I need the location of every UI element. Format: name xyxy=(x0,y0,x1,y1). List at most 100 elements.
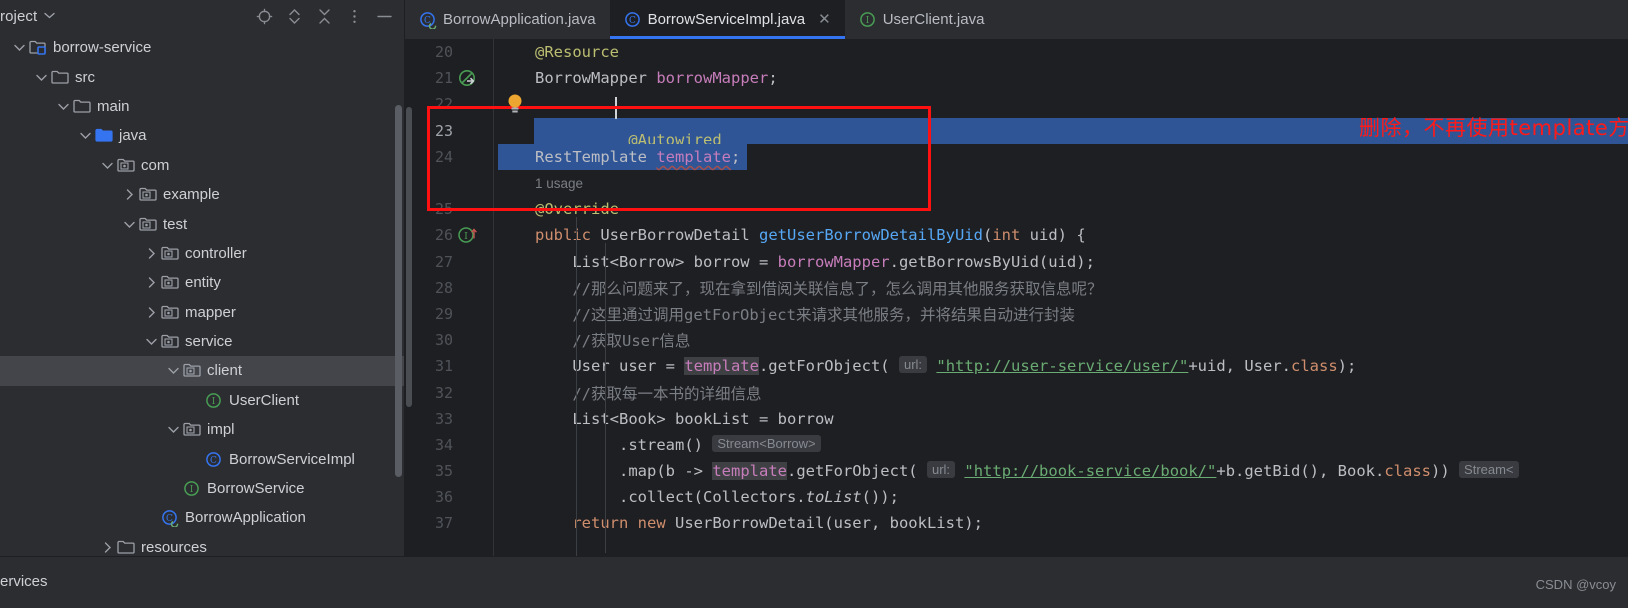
chevron-down-icon[interactable] xyxy=(78,129,92,143)
locate-icon[interactable] xyxy=(249,2,279,32)
implementing-method-icon[interactable]: I xyxy=(453,226,493,244)
class-icon: C xyxy=(205,451,224,468)
tree-item-label: example xyxy=(163,186,220,204)
chevron-down-icon[interactable] xyxy=(166,423,180,437)
collapse-all-icon[interactable] xyxy=(309,2,339,32)
code-token-keyword: class xyxy=(1291,357,1338,376)
code-token-decl: List<Book> bookList = borrow xyxy=(572,409,834,428)
code-line-30: 30 //获取User信息 xyxy=(405,327,1628,353)
code-token-template: template xyxy=(712,462,787,481)
tree-item-main[interactable]: main xyxy=(0,92,405,121)
parameter-hint-url[interactable]: url: xyxy=(898,356,928,374)
chevron-down-icon[interactable] xyxy=(122,217,136,231)
usage-inlay-hint[interactable]: 1 usage xyxy=(535,176,583,191)
chevron-down-icon[interactable] xyxy=(144,335,158,349)
line-content: User user = template.getForObject( url: … xyxy=(493,356,1628,376)
source-folder-icon xyxy=(95,127,114,144)
tree-item-resources[interactable]: resources xyxy=(0,533,405,556)
tree-item-service[interactable]: service xyxy=(0,327,405,356)
editor-tab-borrowserviceimpl-java[interactable]: C BorrowServiceImpl.java ✕ xyxy=(609,0,845,39)
line-content: @Resource xyxy=(493,43,1628,61)
tree-item-label: java xyxy=(119,127,147,145)
interface-icon: I xyxy=(859,11,876,28)
code-token-string: "http://user-service/user/" xyxy=(936,357,1189,376)
chevron-right-icon[interactable] xyxy=(122,188,136,202)
tree-item-borrowapplication[interactable]: C BorrowApplication xyxy=(0,503,405,532)
code-token-call: .collect(Collectors. xyxy=(619,488,806,507)
project-panel-toolbar xyxy=(249,0,399,33)
tree-item-borrowservice[interactable]: I BorrowService xyxy=(0,474,405,503)
tree-item-label: controller xyxy=(185,244,247,262)
chevron-down-icon[interactable] xyxy=(34,70,48,84)
code-line-usage-hint: 1 usage xyxy=(405,170,1628,196)
tree-item-mapper[interactable]: mapper xyxy=(0,298,405,327)
services-tool-button[interactable]: ervices xyxy=(0,573,48,590)
bottom-status-bar: ervices CSDN @vcoy xyxy=(0,556,1628,608)
line-number: 31 xyxy=(434,357,453,376)
tree-item-userclient[interactable]: I UserClient xyxy=(0,386,405,415)
code-token-semicolon: ; xyxy=(730,147,741,166)
chevron-down-icon[interactable] xyxy=(166,364,180,378)
code-token-keyword: new xyxy=(637,514,666,533)
line-number: 33 xyxy=(434,409,453,428)
chevron-right-icon[interactable] xyxy=(144,276,158,290)
code-token-field: borrowMapper xyxy=(777,252,890,271)
code-token-decl: User user = xyxy=(572,357,685,376)
editor-tab-label: BorrowApplication.java xyxy=(443,11,596,28)
project-panel-scrollbar[interactable] xyxy=(395,105,402,477)
code-token-tail: )) xyxy=(1431,462,1450,481)
module-folder-icon xyxy=(29,39,48,56)
chevron-down-icon[interactable] xyxy=(44,11,55,22)
minimize-icon[interactable] xyxy=(369,2,399,32)
line-number: 20 xyxy=(434,43,453,62)
chevron-down-icon[interactable] xyxy=(56,99,70,113)
svg-text:I: I xyxy=(212,397,216,407)
editor-tab-borrowapplication-java[interactable]: C BorrowApplication.java xyxy=(405,0,610,39)
close-icon[interactable]: ✕ xyxy=(818,12,831,27)
project-panel-header: roject xyxy=(0,0,405,33)
chevron-right-icon[interactable] xyxy=(144,246,158,260)
tree-item-label: src xyxy=(75,68,95,86)
package-icon xyxy=(139,186,158,203)
tree-item-java[interactable]: java xyxy=(0,121,405,150)
line-content: //获取每一本书的详细信息 xyxy=(493,382,1628,404)
package-icon xyxy=(161,274,180,291)
tree-item-test[interactable]: test xyxy=(0,209,405,238)
chevron-right-icon[interactable] xyxy=(144,305,158,319)
code-line-37: 37 return new UserBorrowDetail(user, boo… xyxy=(405,510,1628,536)
tree-item-borrowserviceimpl[interactable]: C BorrowServiceImpl xyxy=(0,444,405,473)
type-hint-stream[interactable]: Stream<Borrow> xyxy=(712,434,821,452)
code-line-32: 32 //获取每一本书的详细信息 xyxy=(405,379,1628,405)
code-token-static-method: toList xyxy=(805,488,862,507)
code-token-type: List<Borrow> xyxy=(572,252,685,271)
parameter-hint-url[interactable]: url: xyxy=(926,461,956,479)
tree-item-entity[interactable]: entity xyxy=(0,268,405,297)
spring-class-icon: C xyxy=(161,509,180,528)
code-token-method: getUserBorrowDetailByUid xyxy=(759,226,983,245)
code-token-call: .getForObject( xyxy=(786,462,918,481)
tree-item-com[interactable]: com xyxy=(0,151,405,180)
line-number: 24 xyxy=(434,147,453,166)
chevron-down-icon[interactable] xyxy=(12,41,26,55)
chevron-down-icon[interactable] xyxy=(100,158,114,172)
tree-item-borrow-service[interactable]: borrow-service xyxy=(0,33,405,62)
expand-collapse-icon[interactable] xyxy=(279,2,309,32)
interface-icon: I xyxy=(183,480,202,497)
project-panel-title[interactable]: roject xyxy=(0,8,37,25)
tree-item-controller[interactable]: controller xyxy=(0,239,405,268)
code-token-args: +b.getBid(), Book. xyxy=(1216,462,1385,481)
tree-item-example[interactable]: example xyxy=(0,180,405,209)
editor-tab-userclient-java[interactable]: I UserClient.java xyxy=(845,0,999,39)
tree-item-impl[interactable]: impl xyxy=(0,415,405,444)
code-token-tail: ()); xyxy=(861,488,899,507)
tree-item-src[interactable]: src xyxy=(0,62,405,91)
intention-bulb-icon[interactable] xyxy=(506,93,524,115)
chevron-right-icon[interactable] xyxy=(100,540,114,554)
tree-item-client[interactable]: client xyxy=(0,356,405,386)
code-line-29: 29 //这里通过调用getForObject来请求其他服务，并将结果自动进行封… xyxy=(405,301,1628,327)
type-hint-stream[interactable]: Stream< xyxy=(1459,461,1519,479)
implemented-method-icon[interactable] xyxy=(453,69,493,87)
more-options-icon[interactable] xyxy=(339,2,369,32)
svg-text:I: I xyxy=(190,485,194,495)
project-file-tree[interactable]: borrow-service src main java com example test c… xyxy=(0,33,405,556)
